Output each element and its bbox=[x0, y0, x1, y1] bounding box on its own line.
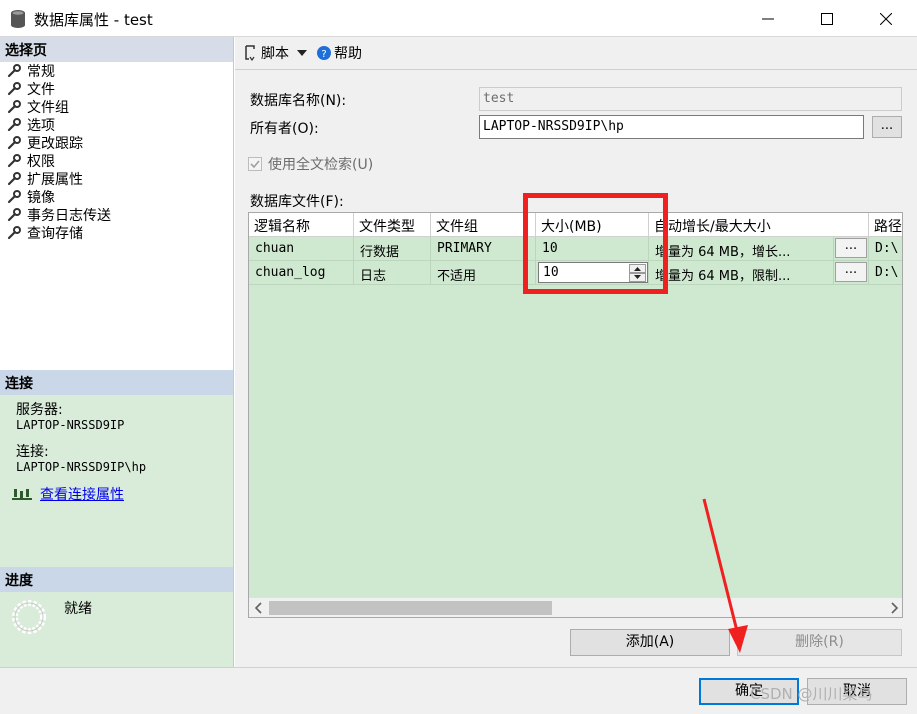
connection-section: 连接 服务器: LAPTOP-NRSSD9IP 连接: LAPTOP-NRSSD… bbox=[0, 370, 233, 567]
fulltext-checkbox-row: 使用全文检索(U) bbox=[248, 154, 373, 174]
close-icon bbox=[880, 12, 892, 25]
page-item[interactable]: 查询存储 bbox=[0, 224, 233, 242]
fulltext-label: 使用全文检索(U) bbox=[268, 157, 374, 173]
column-header-logical-name[interactable]: 逻辑名称 bbox=[249, 213, 354, 237]
page-item[interactable]: 文件组 bbox=[0, 98, 233, 116]
page-item-label: 事务日志传送 bbox=[27, 208, 111, 224]
connection-properties-icon bbox=[12, 489, 32, 500]
db-name-field[interactable]: test bbox=[479, 87, 902, 111]
progress-status: 就绪 bbox=[64, 601, 92, 617]
wrench-icon bbox=[7, 226, 21, 240]
cell-autogrowth: 增量为 64 MB，限制... bbox=[649, 261, 834, 285]
page-item-label: 文件组 bbox=[27, 100, 69, 116]
cell-file-type: 行数据 bbox=[354, 237, 431, 261]
wrench-icon bbox=[7, 64, 21, 78]
annotation-arrow-icon bbox=[702, 498, 748, 653]
autogrowth-edit-button[interactable]: ... bbox=[835, 238, 867, 258]
server-label: 服务器: bbox=[16, 402, 63, 418]
horizontal-scrollbar[interactable] bbox=[249, 597, 903, 618]
wrench-icon bbox=[7, 136, 21, 150]
left-pane: 选择页 常规文件文件组选项更改跟踪权限扩展属性镜像事务日志传送 查询存储 连接 服… bbox=[0, 37, 234, 667]
page-item[interactable]: 更改跟踪 bbox=[0, 134, 233, 152]
progress-section: 进度 就绪 bbox=[0, 567, 233, 667]
chevron-down-icon bbox=[297, 50, 307, 56]
remove-button[interactable]: 删除(R) bbox=[737, 629, 902, 656]
connection-value: LAPTOP-NRSSD9IP\hp bbox=[16, 460, 147, 474]
page-item[interactable]: 事务日志传送 bbox=[0, 206, 233, 224]
page-item-label: 文件 bbox=[27, 82, 55, 98]
column-header-filegroup[interactable]: 文件组 bbox=[431, 213, 536, 237]
page-item[interactable]: 扩展属性 bbox=[0, 170, 233, 188]
wrench-icon bbox=[7, 154, 21, 168]
cell-filegroup[interactable]: PRIMARY bbox=[431, 237, 536, 261]
cell-filegroup: 不适用 bbox=[431, 261, 536, 285]
scroll-right-icon[interactable] bbox=[884, 598, 903, 618]
connection-header: 连接 bbox=[0, 370, 233, 395]
window-title: 数据库属性 - test bbox=[34, 11, 153, 29]
owner-browse-button[interactable]: ... bbox=[872, 116, 902, 138]
select-page-header: 选择页 bbox=[0, 37, 233, 62]
wrench-icon bbox=[7, 82, 21, 96]
database-icon bbox=[11, 10, 25, 28]
help-button[interactable]: ? 帮助 bbox=[317, 43, 362, 63]
progress-header: 进度 bbox=[0, 567, 233, 592]
server-value: LAPTOP-NRSSD9IP bbox=[16, 418, 125, 432]
page-item[interactable]: 常规 bbox=[0, 62, 233, 80]
owner-label: 所有者(O): bbox=[250, 121, 319, 137]
maximize-button[interactable] bbox=[804, 0, 850, 37]
db-name-label: 数据库名称(N): bbox=[250, 93, 347, 109]
annotation-highlight-box bbox=[523, 193, 668, 294]
minimize-icon bbox=[762, 18, 774, 19]
script-button[interactable]: 脚本 bbox=[243, 43, 307, 63]
cell-logical-name[interactable]: chuan_log bbox=[249, 261, 354, 285]
column-header-path[interactable]: 路径 bbox=[869, 213, 902, 237]
wrench-icon bbox=[7, 172, 21, 186]
page-item-label: 常规 bbox=[27, 64, 55, 80]
page-list: 常规文件文件组选项更改跟踪权限扩展属性镜像事务日志传送 查询存储 bbox=[0, 62, 233, 242]
scrollbar-thumb[interactable] bbox=[269, 601, 552, 615]
svg-text:?: ? bbox=[321, 49, 326, 60]
script-icon bbox=[245, 45, 255, 61]
page-item[interactable]: 文件 bbox=[0, 80, 233, 98]
owner-field[interactable]: LAPTOP-NRSSD9IP\hp bbox=[479, 115, 864, 139]
cell-autogrowth-button-wrap: ... bbox=[834, 261, 869, 285]
page-item-label: 选项 bbox=[27, 118, 55, 134]
page-item[interactable]: 选项 bbox=[0, 116, 233, 134]
help-icon: ? bbox=[317, 46, 331, 60]
scroll-left-icon[interactable] bbox=[249, 598, 269, 618]
column-header-file-type[interactable]: 文件类型 bbox=[354, 213, 431, 237]
page-item-label: 查询存储 bbox=[27, 226, 83, 242]
page-item-label: 权限 bbox=[27, 154, 55, 170]
page-item-label: 镜像 bbox=[27, 190, 55, 206]
autogrowth-edit-button[interactable]: ... bbox=[835, 262, 867, 282]
cell-logical-name[interactable]: chuan bbox=[249, 237, 354, 261]
view-connection-properties-link[interactable]: 查看连接属性 bbox=[40, 487, 124, 503]
toolbar: 脚本 ? 帮助 bbox=[235, 37, 917, 70]
help-label: 帮助 bbox=[334, 46, 362, 62]
progress-spinner-icon bbox=[12, 600, 46, 634]
page-item[interactable]: 镜像 bbox=[0, 188, 233, 206]
wrench-icon bbox=[7, 100, 21, 114]
connection-label: 连接: bbox=[16, 444, 49, 460]
script-label: 脚本 bbox=[261, 46, 289, 62]
watermark: CSDN @川川菜鸟 bbox=[750, 685, 873, 703]
page-item-label: 扩展属性 bbox=[27, 172, 83, 188]
column-header-autogrowth[interactable]: 自动增长/最大大小 bbox=[649, 213, 869, 237]
page-item-label: 更改跟踪 bbox=[27, 136, 83, 152]
cell-path[interactable]: D:\ bbox=[869, 261, 902, 285]
wrench-icon bbox=[7, 118, 21, 132]
cell-autogrowth: 增量为 64 MB，增长... bbox=[649, 237, 834, 261]
page-item[interactable]: 权限 bbox=[0, 152, 233, 170]
maximize-icon bbox=[821, 12, 833, 25]
minimize-button[interactable] bbox=[745, 0, 791, 37]
db-files-label: 数据库文件(F): bbox=[250, 194, 344, 210]
cell-file-type: 日志 bbox=[354, 261, 431, 285]
close-button[interactable] bbox=[863, 0, 909, 37]
wrench-icon bbox=[7, 208, 21, 222]
fulltext-checkbox[interactable] bbox=[248, 157, 262, 171]
cell-path[interactable]: D:\ bbox=[869, 237, 902, 261]
cell-autogrowth-button-wrap: ... bbox=[834, 237, 869, 261]
wrench-icon bbox=[7, 190, 21, 204]
title-bar: 数据库属性 - test bbox=[0, 0, 917, 37]
